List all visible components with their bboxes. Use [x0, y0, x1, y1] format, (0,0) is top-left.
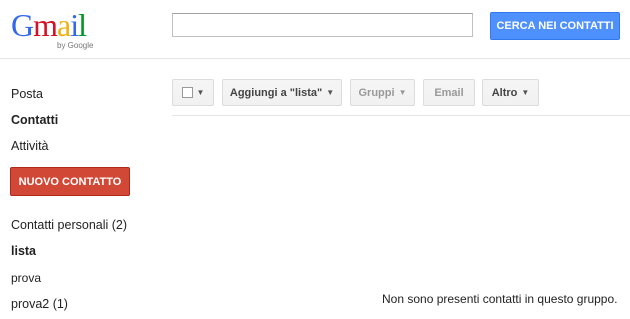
groups-label: Gruppi [358, 86, 395, 99]
header-divider [0, 58, 630, 59]
logo-letter: a [57, 7, 71, 43]
toolbar-divider [172, 115, 630, 116]
group-item-lista[interactable]: lista [11, 244, 36, 258]
group-item-personal-contacts[interactable]: Contatti personali (2) [11, 218, 127, 232]
email-button[interactable]: Email [423, 79, 475, 106]
new-contact-button[interactable]: NUOVO CONTATTO [10, 167, 130, 196]
more-button[interactable]: Altro ▼ [482, 79, 539, 106]
chevron-down-icon: ▼ [521, 88, 530, 97]
group-item-prova2[interactable]: prova2 (1) [11, 297, 68, 311]
nav-tasks[interactable]: Attività [11, 139, 49, 153]
empty-group-message: Non sono presenti contatti in questo gru… [382, 292, 618, 306]
gmail-logo[interactable]: Gmail by Google [11, 9, 101, 51]
chevron-down-icon: ▼ [196, 88, 205, 97]
groups-button[interactable]: Gruppi ▼ [350, 79, 415, 106]
add-to-group-label: Aggiungi a "lista" [229, 86, 323, 99]
logo-letter: i [70, 7, 79, 43]
logo-letter: G [11, 7, 34, 43]
select-checkbox-dropdown[interactable]: ▼ [172, 79, 214, 106]
group-item-prova[interactable]: prova [11, 271, 41, 285]
more-label: Altro [491, 86, 518, 99]
chevron-down-icon: ▼ [326, 88, 335, 97]
search-contacts-button[interactable]: CERCA NEI CONTATTI [490, 12, 620, 40]
nav-contacts[interactable]: Contatti [11, 113, 58, 127]
add-to-group-button[interactable]: Aggiungi a "lista" ▼ [222, 79, 342, 106]
search-input[interactable] [172, 13, 473, 37]
chevron-down-icon: ▼ [398, 88, 407, 97]
nav-mail[interactable]: Posta [11, 87, 43, 101]
logo-byline: by Google [57, 41, 94, 50]
logo-letter: m [33, 7, 58, 43]
logo-letter: l [78, 7, 87, 43]
gmail-wordmark: Gmail [11, 7, 87, 43]
checkbox-icon[interactable] [181, 87, 193, 98]
